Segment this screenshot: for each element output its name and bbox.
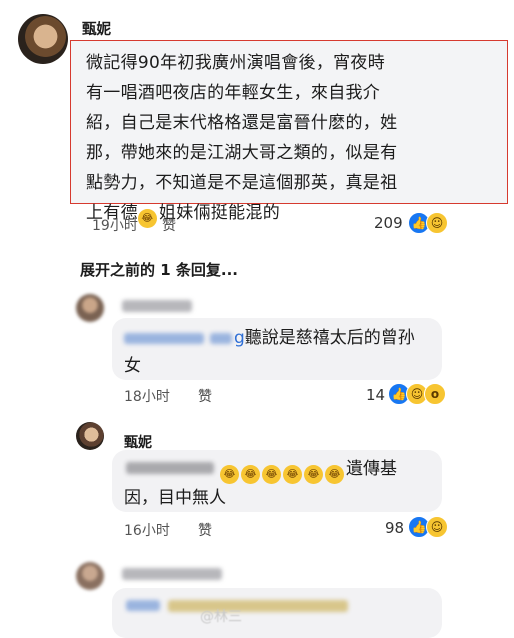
post-text-line: 紹，自己是末代格格還是富晉什麽的，姓 — [86, 113, 398, 133]
reply-avatar[interactable] — [76, 562, 104, 590]
reply-like-button[interactable]: 赞 — [198, 386, 212, 406]
rofl-emoji-icon: 😂 — [283, 465, 302, 484]
reply-text-line2: 女 — [124, 356, 141, 376]
post-text-line: 點勢力，不知道是不是這個那英，真是祖 — [86, 173, 398, 193]
post-text-line: 有一唱酒吧夜店的年輕女生，來自我介 — [86, 83, 381, 103]
reply-bubble — [112, 588, 442, 638]
rofl-emoji-icon: 😂 — [304, 465, 323, 484]
post-like-button[interactable]: 赞 — [162, 215, 176, 235]
author-avatar[interactable] — [18, 14, 68, 64]
surprised-face-icon: o — [424, 383, 446, 405]
reply-timestamp: 16小时 — [124, 523, 170, 539]
rofl-emoji-icon: 😂 — [220, 465, 239, 484]
post-text: 微記得90年初我廣州演唱會後，宵夜時 有一唱酒吧夜店的年輕女生，來自我介 紹，自… — [86, 48, 491, 228]
post-text-line: 微記得90年初我廣州演唱會後，宵夜時 — [86, 53, 386, 73]
mention-blurred[interactable] — [126, 600, 160, 611]
reply-text-line2: 因，目中無人 — [124, 488, 226, 508]
laughing-face-icon: ☺ — [426, 516, 448, 538]
reply-like-button[interactable]: 赞 — [198, 520, 212, 540]
reply-text: g聽說是慈禧太后的曾孙 女 — [124, 324, 415, 380]
reply-author-name-blurred[interactable] — [122, 300, 192, 312]
laughing-face-icon: ☺ — [426, 212, 448, 234]
rofl-emoji-icon: 😂 — [262, 465, 281, 484]
reply-text-line1: 遺傳基 — [346, 459, 397, 479]
rofl-emoji-icon: 😂 — [241, 465, 260, 484]
post-timestamp: 19小时 — [92, 218, 138, 234]
reply-avatar[interactable] — [76, 422, 104, 450]
post-reaction-count[interactable]: 209 — [374, 214, 403, 232]
reply-author-name-blurred[interactable] — [122, 568, 222, 580]
reply-text: 😂 😂 😂 😂 😂 😂 遺傳基 因，目中無人 — [124, 455, 397, 512]
post-text-post: 姐妹倆挺能混的 — [158, 203, 281, 223]
reply-avatar[interactable] — [76, 294, 104, 322]
mention-link[interactable]: g — [234, 328, 245, 348]
reply-reaction-count[interactable]: 98 — [385, 519, 404, 537]
reply-timestamp: 18小时 — [124, 389, 170, 405]
reply-text-line1: 聽說是慈禧太后的曾孙 — [244, 328, 415, 348]
post-author-name[interactable]: 甄妮 — [82, 18, 111, 39]
reply-author-name[interactable]: 甄妮 — [124, 432, 152, 452]
reply-text-blurred — [168, 600, 348, 612]
watermark: @林三 — [200, 609, 242, 625]
expand-replies-link[interactable]: 展开之前的 1 条回复... — [80, 259, 238, 280]
reply-reaction-count[interactable]: 14 — [366, 386, 385, 404]
post-text-line: 那，帶她來的是江湖大哥之類的，似是有 — [86, 143, 398, 163]
rofl-emoji-icon: 😂 — [137, 209, 157, 228]
rofl-emoji-icon: 😂 — [325, 465, 344, 484]
